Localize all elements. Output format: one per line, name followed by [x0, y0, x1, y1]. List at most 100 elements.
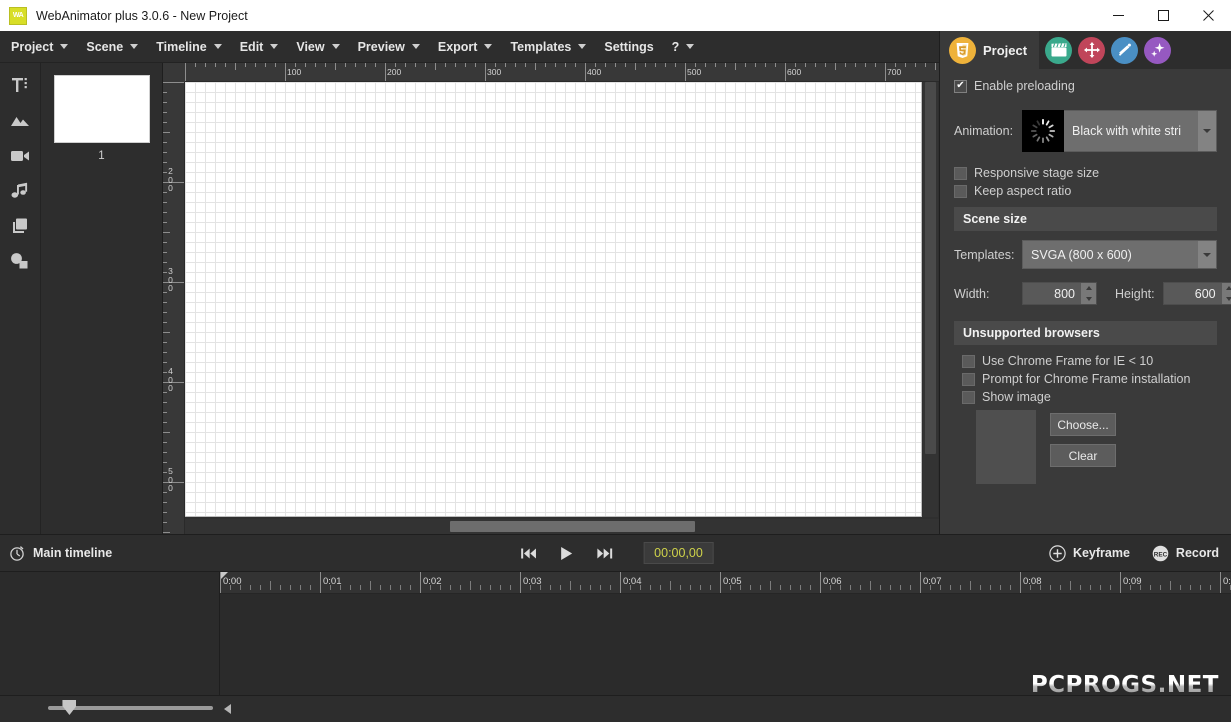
- height-stepper-buttons[interactable]: [1221, 283, 1231, 305]
- show-image-checkbox[interactable]: [962, 390, 975, 404]
- ruler-tick: [163, 512, 167, 513]
- animation-select[interactable]: Black with white stri: [1064, 110, 1217, 152]
- image-tool-button[interactable]: [4, 106, 36, 135]
- tab-scene[interactable]: [1045, 36, 1073, 64]
- ruler-tick: [715, 63, 716, 67]
- height-increment[interactable]: [1222, 283, 1231, 294]
- menu-settings-button[interactable]: Settings: [593, 31, 660, 63]
- menu--button[interactable]: ?: [661, 31, 702, 63]
- minimize-button[interactable]: [1096, 0, 1141, 31]
- height-stepper[interactable]: 600: [1162, 282, 1231, 305]
- horizontal-scroll-thumb[interactable]: [450, 521, 695, 532]
- timeline-tick: [840, 585, 841, 590]
- record-button[interactable]: REC Record: [1152, 545, 1219, 562]
- menu-label: Settings: [604, 39, 654, 54]
- chevron-down-icon[interactable]: [1198, 241, 1216, 268]
- templates-select[interactable]: SVGA (800 x 600): [1022, 240, 1217, 269]
- ruler-tick: [605, 63, 606, 67]
- canvas-viewport[interactable]: [185, 82, 939, 534]
- menu-templates-button[interactable]: Templates: [499, 31, 593, 63]
- play-button[interactable]: [555, 542, 577, 564]
- width-value[interactable]: 800: [1023, 287, 1081, 301]
- enable-preloading-checkbox[interactable]: ✔: [954, 79, 967, 93]
- timeline-zoom-handle[interactable]: [62, 700, 77, 715]
- menu-timeline-button[interactable]: Timeline: [145, 31, 228, 63]
- window-title: WebAnimator plus 3.0.6 - New Project: [36, 8, 248, 23]
- chevron-down-icon: [484, 44, 493, 49]
- width-decrement[interactable]: [1081, 294, 1096, 305]
- image-preview-box[interactable]: [976, 410, 1036, 484]
- video-tool-button[interactable]: [4, 141, 36, 170]
- ruler-tick: [425, 63, 426, 67]
- rewind-button[interactable]: [517, 542, 539, 564]
- audio-tool-button[interactable]: [4, 176, 36, 205]
- app-logo-icon: WA: [9, 6, 27, 25]
- chevron-down-icon[interactable]: [1198, 111, 1216, 151]
- ruler-tick: [275, 63, 276, 67]
- timeline-splitter[interactable]: [219, 572, 220, 695]
- timeline-tick: [950, 585, 951, 590]
- menu-scene-button[interactable]: Scene: [75, 31, 145, 63]
- enable-preloading-row[interactable]: ✔ Enable preloading: [954, 79, 1217, 93]
- canvas-vertical-scrollbar[interactable]: [923, 82, 938, 517]
- prompt-chrome-frame-row[interactable]: Prompt for Chrome Frame installation: [962, 372, 1217, 386]
- shape-tool-button[interactable]: [4, 246, 36, 275]
- forward-button[interactable]: [593, 542, 615, 564]
- ruler-tick: [163, 312, 167, 313]
- scene-item[interactable]: 1: [41, 75, 162, 162]
- ruler-tick: [465, 63, 466, 67]
- timeline-collapse-arrow-icon[interactable]: [224, 704, 231, 714]
- text-tool-button[interactable]: [4, 71, 36, 100]
- show-image-row[interactable]: Show image: [962, 390, 1217, 404]
- tab-effects[interactable]: [1111, 36, 1139, 64]
- width-stepper[interactable]: 800: [1022, 282, 1097, 305]
- stage-canvas[interactable]: [185, 82, 922, 517]
- vertical-scroll-thumb[interactable]: [925, 82, 936, 454]
- close-button[interactable]: [1186, 0, 1231, 31]
- chrome-frame-row[interactable]: Use Chrome Frame for IE < 10: [962, 354, 1217, 368]
- menu-export-button[interactable]: Export: [427, 31, 500, 63]
- ruler-tick: [935, 63, 936, 70]
- timeline-tick: [1070, 581, 1071, 590]
- timecode-display[interactable]: 00:00,00: [643, 542, 714, 564]
- menu-project-button[interactable]: Project: [0, 31, 75, 63]
- keep-aspect-row[interactable]: Keep aspect ratio: [954, 184, 1217, 198]
- sprite-tool-button[interactable]: [4, 211, 36, 240]
- timeline-tick: [760, 585, 761, 590]
- vertical-ruler[interactable]: 200 300 400 500: [163, 82, 185, 534]
- canvas-horizontal-scrollbar[interactable]: [185, 519, 939, 534]
- timeline-title-group: Main timeline: [9, 545, 112, 561]
- prompt-chrome-frame-checkbox[interactable]: [962, 372, 975, 386]
- watermark: PCPROGS.NET: [1030, 672, 1219, 698]
- maximize-button[interactable]: [1141, 0, 1186, 31]
- responsive-stage-checkbox[interactable]: [954, 166, 967, 180]
- width-increment[interactable]: [1081, 283, 1096, 294]
- clear-button[interactable]: Clear: [1050, 444, 1116, 467]
- skip-forward-icon: [596, 548, 612, 558]
- menu-edit-button[interactable]: Edit: [229, 31, 286, 63]
- chrome-frame-checkbox[interactable]: [962, 354, 975, 368]
- ruler-label: 300: [168, 266, 173, 293]
- rec-circle-icon: REC: [1152, 545, 1169, 561]
- scene-thumbnail[interactable]: [53, 75, 150, 143]
- tab-animations[interactable]: [1144, 36, 1172, 64]
- skip-back-icon: [520, 548, 536, 558]
- timeline-ruler[interactable]: 0:00 0:01 0:02 0:03 0:04 0:05 0:06 0:07 0:08 0:09…: [220, 572, 1231, 594]
- horizontal-ruler[interactable]: 100 200 300 400 500 600 700: [185, 63, 939, 82]
- keyframe-button[interactable]: Keyframe: [1049, 544, 1130, 562]
- responsive-stage-row[interactable]: Responsive stage size: [954, 166, 1217, 180]
- timeline-tick: [240, 585, 241, 590]
- keyframe-label: Keyframe: [1072, 546, 1130, 560]
- width-stepper-buttons[interactable]: [1081, 283, 1096, 304]
- keep-aspect-checkbox[interactable]: [954, 184, 967, 198]
- spinner-icon: [1031, 119, 1055, 143]
- height-decrement[interactable]: [1222, 294, 1231, 305]
- menu-preview-button[interactable]: Preview: [347, 31, 427, 63]
- tab-transform[interactable]: [1078, 36, 1106, 64]
- tab-project[interactable]: Project: [940, 31, 1040, 69]
- timeline-tick: [690, 585, 691, 590]
- choose-button[interactable]: Choose...: [1050, 413, 1116, 436]
- height-value[interactable]: 600: [1164, 287, 1222, 301]
- timeline-layer-list[interactable]: [0, 572, 220, 695]
- menu-view-button[interactable]: View: [285, 31, 346, 63]
